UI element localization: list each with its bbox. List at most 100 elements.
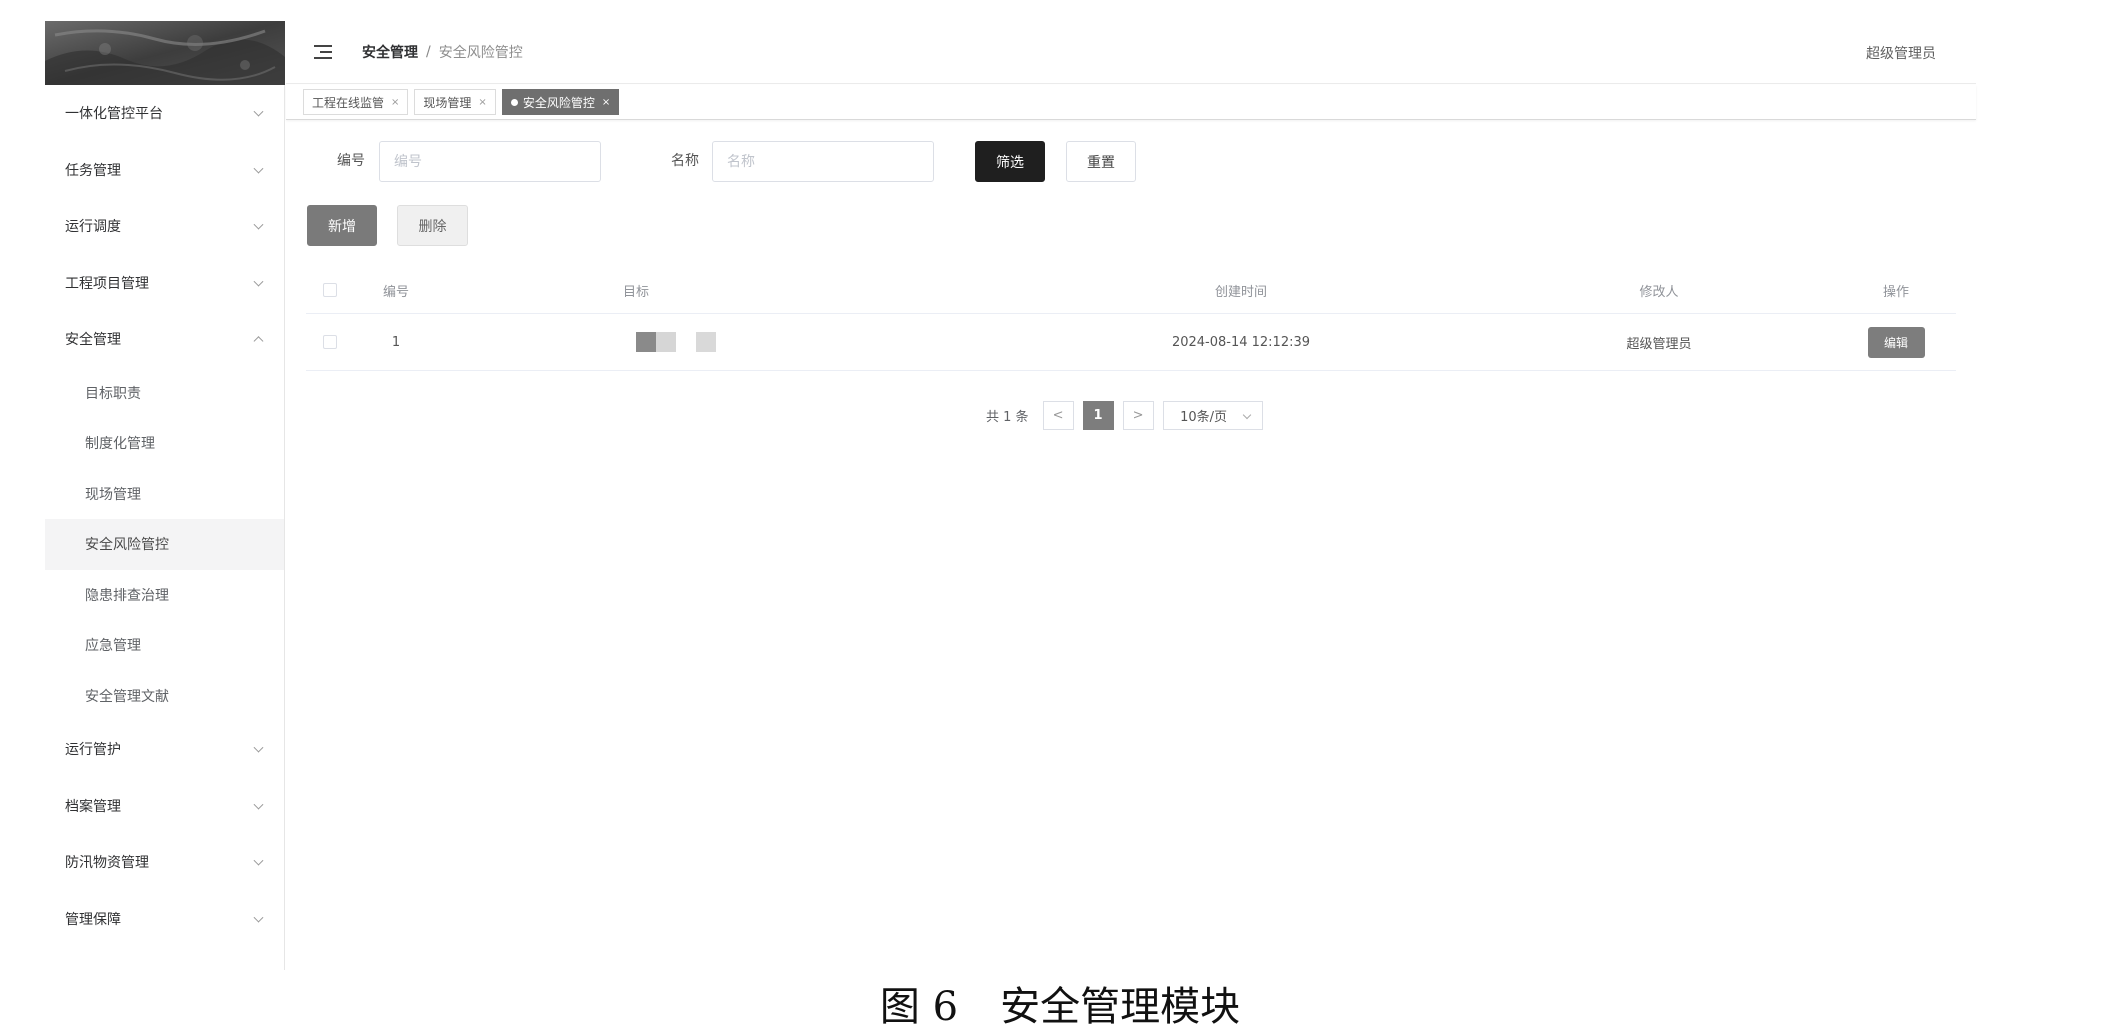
breadcrumb-separator: /	[426, 44, 431, 60]
sidebar-item-label: 任务管理	[65, 162, 121, 179]
sidebar-item-label: 防汛物资管理	[65, 855, 149, 872]
table-row: 1 2024-08-14 12:12:39 超级管理员 编辑	[306, 314, 1956, 371]
column-header-modifier: 修改人	[1639, 284, 1679, 300]
tag-label: 现场管理	[423, 95, 472, 110]
sidebar-subitem-label: 隐患排查治理	[85, 587, 169, 604]
sidebar-subitem-emergency[interactable]: 应急管理	[45, 620, 284, 671]
sidebar-item-label: 安全管理	[65, 332, 121, 349]
row-select-cell	[320, 314, 340, 370]
sidebar-item-label: 运行管护	[65, 742, 121, 759]
chevron-down-icon	[1242, 410, 1251, 420]
figure-caption: 图 6 安全管理模块	[0, 978, 2120, 1030]
sidebar-item-management-support[interactable]: 管理保障	[45, 891, 284, 948]
close-icon[interactable]: ×	[478, 97, 486, 108]
code-input[interactable]	[379, 141, 601, 182]
active-dot-icon	[510, 98, 518, 106]
sidebar-item-platform[interactable]: 一体化管控平台	[45, 85, 284, 142]
tag-risk-control[interactable]: 安全风险管控 ×	[501, 89, 620, 115]
breadcrumb-root[interactable]: 安全管理	[362, 42, 418, 62]
select-all-cell	[320, 267, 340, 313]
sidebar-subitem-site[interactable]: 现场管理	[45, 469, 284, 520]
add-button[interactable]: 新增	[307, 205, 377, 246]
row-target	[636, 314, 736, 370]
filter-button[interactable]: 筛选	[975, 141, 1045, 182]
sidebar-item-label: 工程项目管理	[65, 275, 149, 292]
sidebar-subitem-label: 目标职责	[85, 385, 141, 402]
logo-image	[45, 21, 285, 85]
tag-project-monitoring[interactable]: 工程在线监管 ×	[303, 89, 409, 115]
sidebar-item-label: 档案管理	[65, 798, 121, 815]
tag-label: 工程在线监管	[312, 95, 385, 110]
chevron-up-icon	[253, 336, 264, 347]
hamburger-icon[interactable]	[314, 45, 332, 59]
chevron-down-icon	[253, 855, 264, 866]
sidebar-item-projects[interactable]: 工程项目管理	[45, 255, 284, 312]
figure-number: 图 6	[879, 984, 959, 1030]
pagination-total: 共 1 条	[986, 410, 1029, 425]
sidebar-item-archives[interactable]: 档案管理	[45, 778, 284, 835]
sidebar: 一体化管控平台 任务管理 运行调度 工程项目管理 安全管理 目标职责 制度化管理…	[45, 21, 285, 970]
figure-title: 安全管理模块	[1000, 984, 1241, 1030]
select-all-checkbox[interactable]	[323, 283, 337, 297]
next-page-button[interactable]: >	[1122, 401, 1154, 430]
page-size-value: 10条/页	[1180, 410, 1228, 425]
column-header-actions: 操作	[1882, 284, 1909, 300]
close-icon[interactable]: ×	[391, 97, 399, 108]
breadcrumb: 安全管理 / 安全风险管控	[362, 42, 523, 62]
sidebar-item-label: 一体化管控平台	[65, 106, 163, 123]
target-image-placeholder	[636, 332, 716, 352]
code-label: 编号	[337, 153, 365, 169]
edit-button[interactable]: 编辑	[1867, 326, 1925, 358]
sidebar-item-tasks[interactable]: 任务管理	[45, 142, 284, 199]
row-checkbox[interactable]	[323, 335, 337, 349]
sidebar-item-label: 运行调度	[65, 219, 121, 236]
page-size-select[interactable]: 10条/页	[1162, 401, 1263, 430]
chevron-down-icon	[253, 276, 264, 287]
data-table: 编号 目标 创建时间 修改人 操作 1 2024-08-14 12:12:39 …	[306, 267, 1956, 371]
sidebar-item-flood-supplies[interactable]: 防汛物资管理	[45, 834, 284, 891]
filter-form: 编号 名称 筛选 重置	[286, 141, 1976, 182]
chevron-down-icon	[253, 799, 264, 810]
sidebar-item-maintenance[interactable]: 运行管护	[45, 721, 284, 778]
breadcrumb-current: 安全风险管控	[438, 45, 523, 61]
column-header-created: 创建时间	[1214, 284, 1267, 300]
sidebar-item-dispatch[interactable]: 运行调度	[45, 198, 284, 255]
sidebar-subitem-hazard[interactable]: 隐患排查治理	[45, 570, 284, 621]
chevron-down-icon	[253, 912, 264, 923]
sidebar-subitem-label: 现场管理	[85, 486, 141, 503]
row-code: 1	[391, 334, 401, 350]
sidebar-subitem-label: 制度化管理	[85, 436, 155, 453]
row-modifier: 超级管理员	[1626, 336, 1692, 352]
sidebar-subitem-label: 应急管理	[85, 638, 141, 655]
column-header-target: 目标	[622, 284, 649, 300]
delete-button[interactable]: 删除	[397, 205, 468, 246]
top-header: 安全管理 / 安全风险管控 超级管理员	[286, 21, 1976, 84]
page-number-button[interactable]: 1	[1082, 401, 1114, 430]
tag-site-management[interactable]: 现场管理 ×	[414, 89, 496, 115]
pagination: 共 1 条 < 1 > 10条/页	[986, 401, 1263, 430]
close-icon[interactable]: ×	[602, 97, 610, 108]
prev-page-button[interactable]: <	[1042, 401, 1074, 430]
column-header-code: 编号	[382, 284, 409, 300]
name-label: 名称	[671, 153, 699, 169]
sidebar-subitem-label: 安全管理文献	[85, 688, 169, 705]
chevron-down-icon	[253, 219, 264, 230]
sidebar-item-label: 管理保障	[65, 911, 121, 928]
chevron-down-icon	[253, 106, 264, 117]
sidebar-subitem-institutional[interactable]: 制度化管理	[45, 418, 284, 469]
sidebar-subitem-goals[interactable]: 目标职责	[45, 368, 284, 419]
sidebar-subitem-label: 安全风险管控	[85, 537, 169, 554]
chevron-down-icon	[253, 742, 264, 753]
table-header: 编号 目标 创建时间 修改人 操作	[306, 267, 1956, 314]
name-input[interactable]	[712, 141, 934, 182]
reset-button[interactable]: 重置	[1066, 141, 1136, 182]
chevron-down-icon	[253, 163, 264, 174]
tags-bar: 工程在线监管 × 现场管理 × 安全风险管控 ×	[286, 85, 1976, 120]
row-actions-cell: 编辑	[1846, 314, 1946, 370]
row-created-time: 2024-08-14 12:12:39	[1171, 334, 1311, 350]
user-menu[interactable]: 超级管理员	[1866, 21, 1936, 84]
sidebar-subitem-literature[interactable]: 安全管理文献	[45, 671, 284, 722]
tag-label: 安全风险管控	[522, 95, 595, 110]
sidebar-item-safety[interactable]: 安全管理	[45, 311, 284, 368]
sidebar-subitem-risk-control[interactable]: 安全风险管控	[45, 519, 284, 570]
